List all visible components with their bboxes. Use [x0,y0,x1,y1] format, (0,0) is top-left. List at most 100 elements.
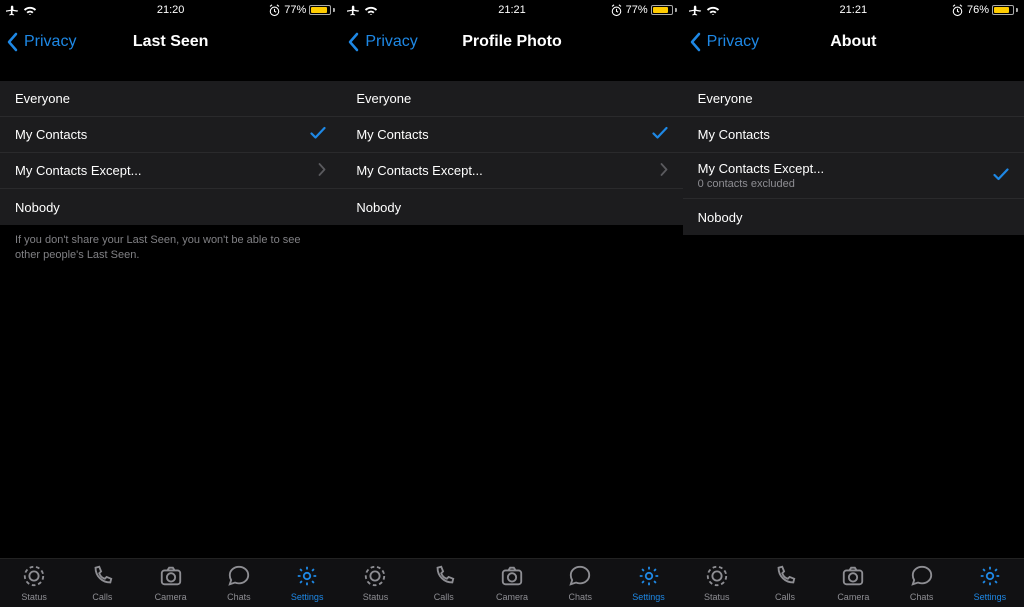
chevron-right-icon [660,163,668,179]
tab-label: Calls [775,592,795,602]
battery-icon [309,5,335,15]
tab-calls[interactable]: Calls [68,559,136,607]
option-label: Nobody [356,200,401,215]
tab-label: Status [21,592,47,602]
option-label: My Contacts [698,127,770,142]
wifi-icon [23,5,37,16]
status-icon [363,564,387,590]
tab-label: Chats [227,592,251,602]
checkmark-icon [993,167,1009,184]
tab-chats[interactable]: Chats [205,559,273,607]
option-label: My Contacts [356,127,428,142]
tab-label: Settings [974,592,1007,602]
privacy-option-row[interactable]: Everyone [0,81,341,117]
chat-bubble-icon [227,564,251,590]
option-label: Everyone [698,91,753,106]
battery-icon [992,5,1018,15]
tab-chats[interactable]: Chats [887,559,955,607]
back-label: Privacy [24,33,76,51]
privacy-option-row[interactable]: Nobody [341,189,682,225]
checkmark-icon [652,126,668,143]
option-label: My Contacts Except... [356,163,482,178]
footer-note: If you don't share your Last Seen, you w… [0,225,341,271]
battery-percent: 77% [626,4,648,16]
tab-calls[interactable]: Calls [410,559,478,607]
nav-bar: PrivacyProfile Photo [341,20,682,64]
gear-icon [295,564,319,590]
airplane-mode-icon [6,4,19,17]
privacy-option-row[interactable]: Nobody [683,199,1024,235]
privacy-option-row[interactable]: Everyone [341,81,682,117]
option-label: My Contacts [15,127,87,142]
back-button[interactable]: Privacy [341,32,417,52]
tab-bar: Status Calls Camera Chats Settings [341,558,682,607]
tab-label: Settings [291,592,324,602]
back-button[interactable]: Privacy [0,32,76,52]
battery-percent: 77% [284,4,306,16]
tab-label: Calls [434,592,454,602]
phone-icon [773,564,797,590]
tab-status[interactable]: Status [341,559,409,607]
option-label: Everyone [356,91,411,106]
privacy-option-row[interactable]: Nobody [0,189,341,225]
wifi-icon [706,5,720,16]
tab-status[interactable]: Status [683,559,751,607]
option-label: Nobody [698,210,743,225]
tab-label: Camera [155,592,187,602]
battery-icon [651,5,677,15]
tab-label: Status [363,592,389,602]
gear-icon [637,564,661,590]
chat-bubble-icon [568,564,592,590]
privacy-option-row[interactable]: My Contacts Except... [341,153,682,189]
option-label: Nobody [15,200,60,215]
airplane-mode-icon [347,4,360,17]
nav-bar: PrivacyLast Seen [0,20,341,64]
camera-icon [841,564,865,590]
tab-label: Status [704,592,730,602]
tab-settings[interactable]: Settings [956,559,1024,607]
battery-percent: 76% [967,4,989,16]
status-icon [22,564,46,590]
tab-camera[interactable]: Camera [137,559,205,607]
privacy-option-row[interactable]: My Contacts Except... [0,153,341,189]
tab-calls[interactable]: Calls [751,559,819,607]
tab-settings[interactable]: Settings [273,559,341,607]
phone-icon [90,564,114,590]
nav-bar: PrivacyAbout [683,20,1024,64]
alarm-icon [268,4,281,17]
status-bar: 21:2077% [0,0,341,20]
chevron-right-icon [318,163,326,179]
privacy-option-row[interactable]: My Contacts [341,117,682,153]
wifi-icon [364,5,378,16]
tab-label: Camera [496,592,528,602]
tab-label: Camera [837,592,869,602]
camera-icon [159,564,183,590]
back-button[interactable]: Privacy [683,32,759,52]
checkmark-icon [310,126,326,143]
privacy-option-row[interactable]: My Contacts [683,117,1024,153]
privacy-option-row[interactable]: My Contacts [0,117,341,153]
chat-bubble-icon [910,564,934,590]
phone-icon [432,564,456,590]
status-bar: 21:2176% [683,0,1024,20]
options-list: Everyone My Contacts My Contacts Except...… [0,81,341,225]
option-label: My Contacts Except... [698,161,824,176]
gear-icon [978,564,1002,590]
tab-bar: Status Calls Camera Chats Settings [0,558,341,607]
back-label: Privacy [365,33,417,51]
tab-status[interactable]: Status [0,559,68,607]
alarm-icon [610,4,623,17]
tab-bar: Status Calls Camera Chats Settings [683,558,1024,607]
tab-label: Chats [569,592,593,602]
tab-chats[interactable]: Chats [546,559,614,607]
status-bar: 21:2177% [341,0,682,20]
option-subtitle: 0 contacts excluded [698,178,795,190]
privacy-option-row[interactable]: Everyone [683,81,1024,117]
tab-camera[interactable]: Camera [819,559,887,607]
options-list: Everyone My Contacts My Contacts Except...… [683,81,1024,235]
tab-camera[interactable]: Camera [478,559,546,607]
alarm-icon [951,4,964,17]
privacy-option-row[interactable]: My Contacts Except... 0 contacts excluded [683,153,1024,199]
option-label: My Contacts Except... [15,163,141,178]
tab-settings[interactable]: Settings [614,559,682,607]
